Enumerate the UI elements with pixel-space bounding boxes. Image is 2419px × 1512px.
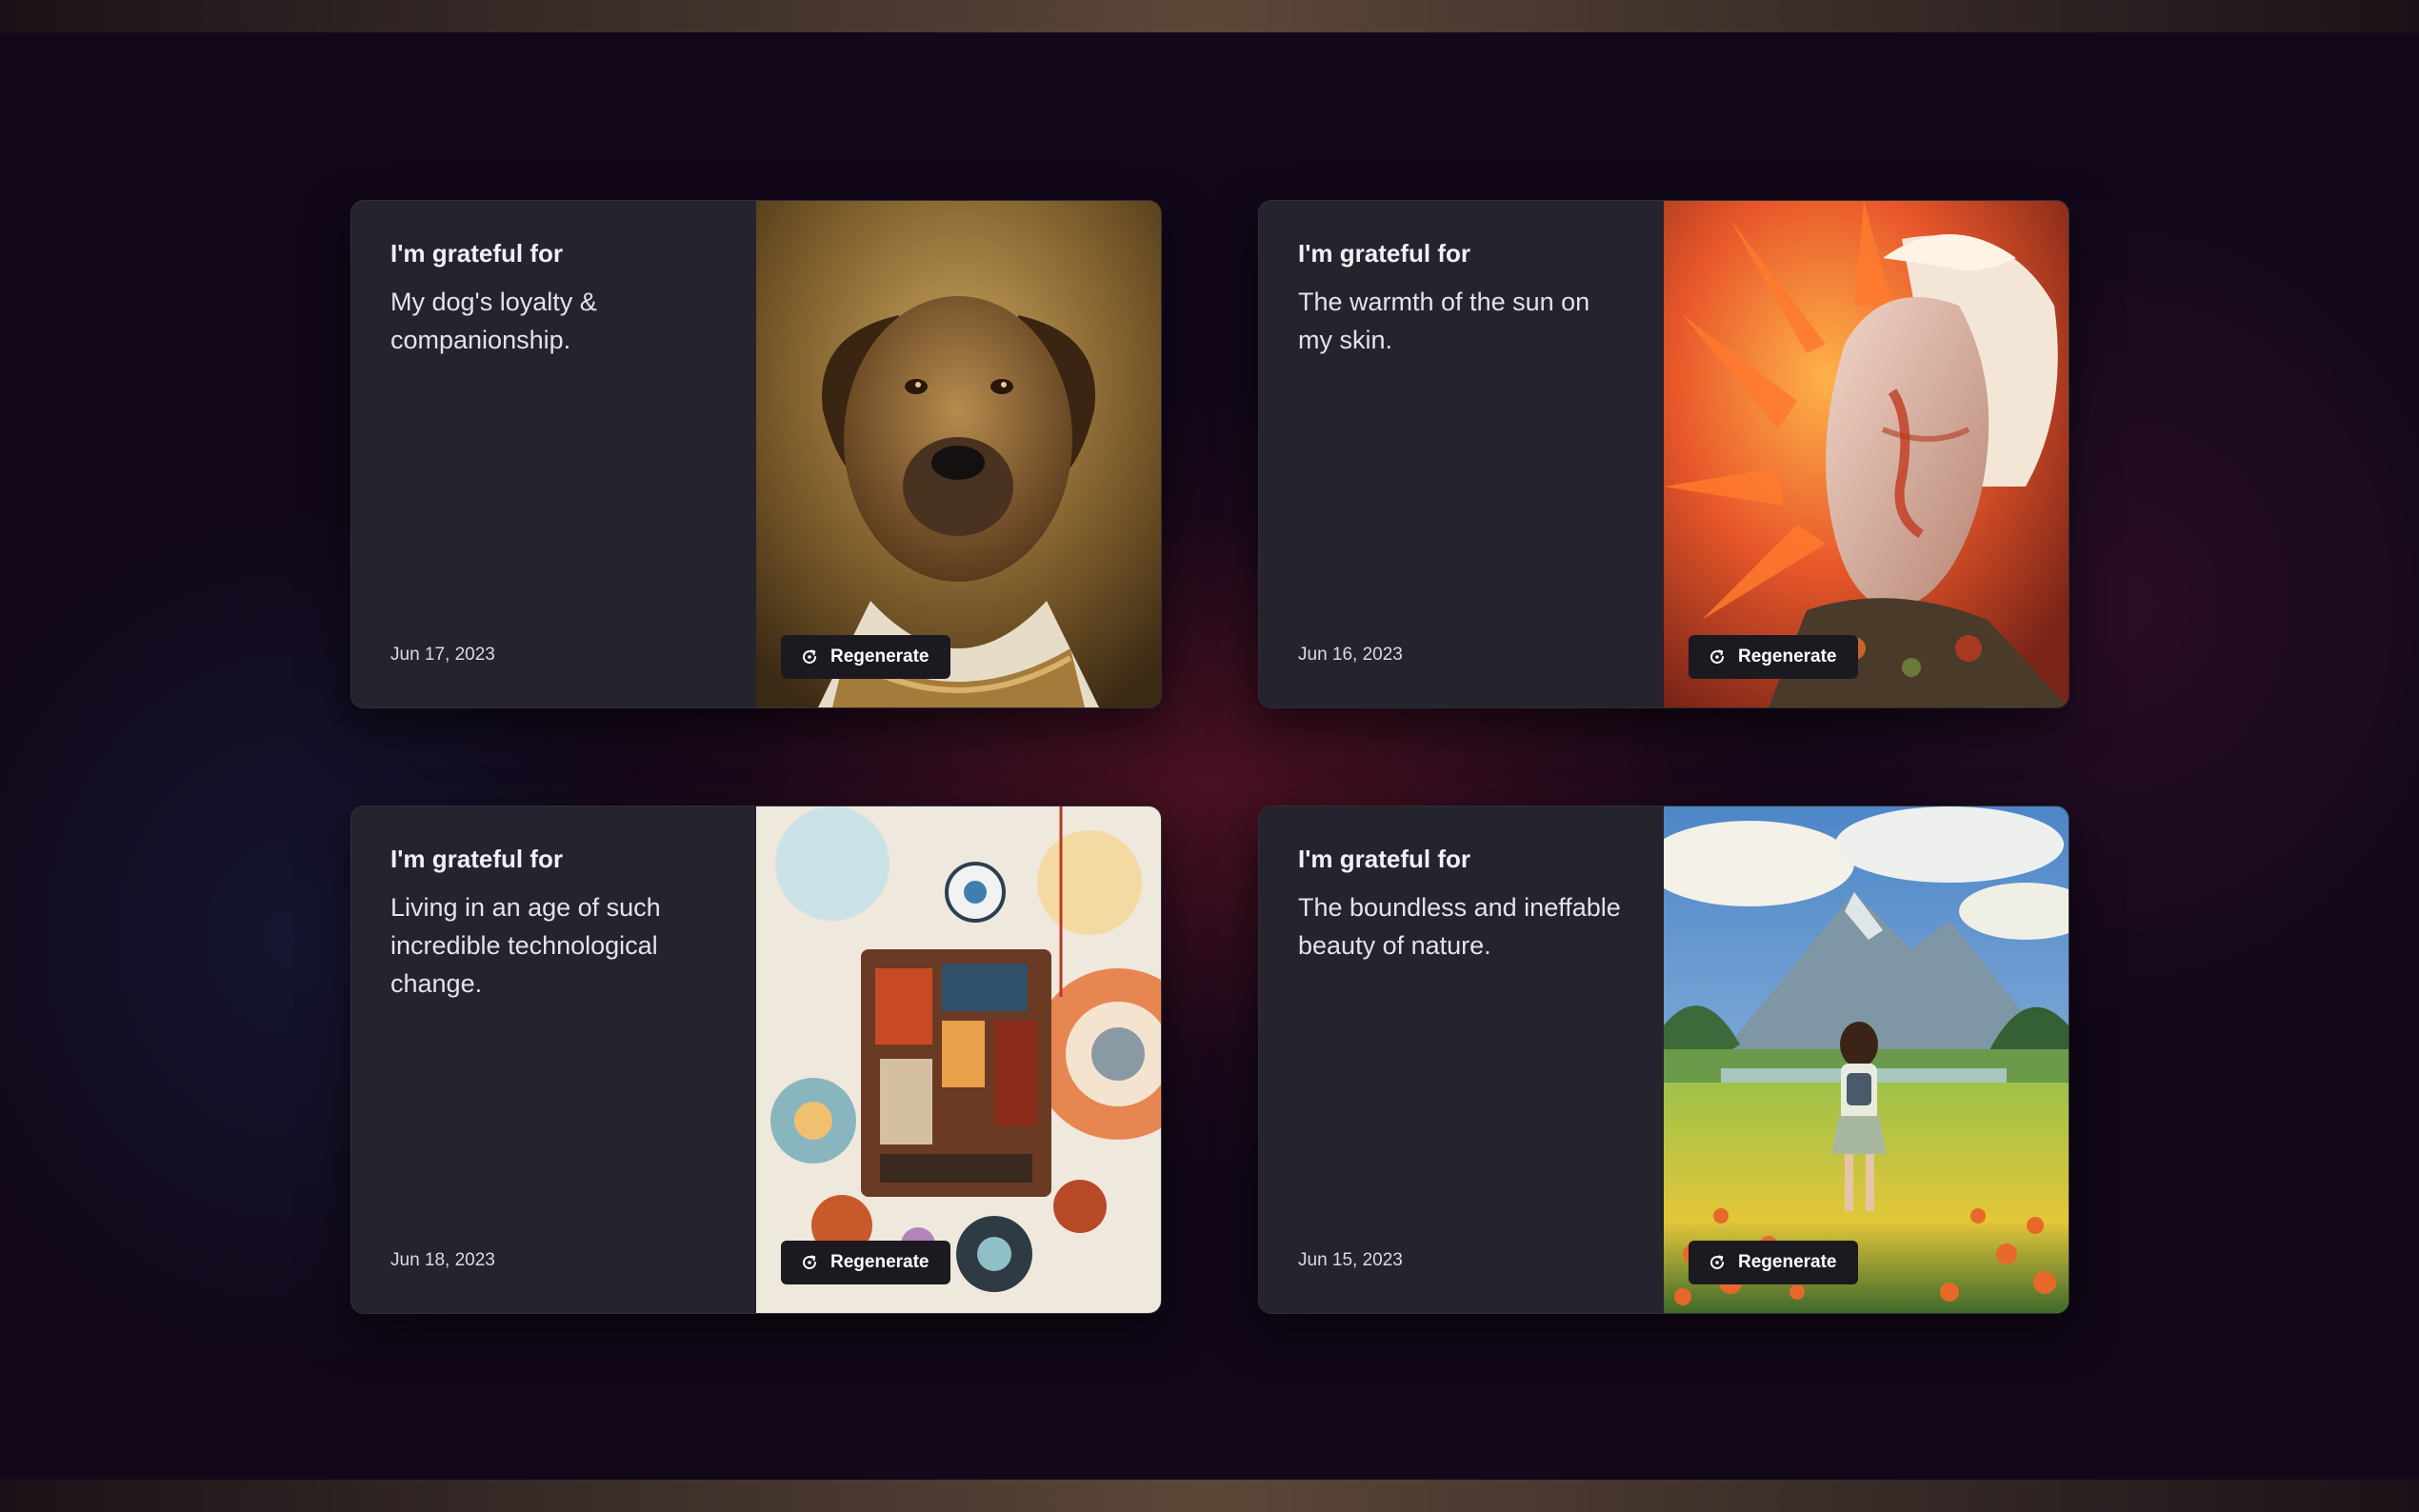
regenerate-button[interactable]: Regenerate xyxy=(1689,1241,1858,1284)
regenerate-icon xyxy=(1708,647,1727,666)
regenerate-button[interactable]: Regenerate xyxy=(781,1241,950,1284)
regenerate-button[interactable]: Regenerate xyxy=(1689,635,1858,679)
card-date: Jun 16, 2023 xyxy=(1298,645,1403,665)
card-heading: I'm grateful for xyxy=(1298,239,1470,268)
top-edge-band xyxy=(0,0,2419,32)
gratitude-card: I'm grateful for The boundless and ineff… xyxy=(1258,806,2069,1314)
card-text-panel: I'm grateful for Living in an age of suc… xyxy=(351,806,755,1313)
regenerate-icon xyxy=(1708,1253,1727,1272)
gratitude-card: I'm grateful for The warmth of the sun o… xyxy=(1258,200,2069,708)
dog-portrait-image: Regenerate xyxy=(756,201,1161,707)
card-date: Jun 18, 2023 xyxy=(390,1250,495,1270)
regenerate-button-label: Regenerate xyxy=(1738,647,1837,666)
card-gratitude-text: The warmth of the sun on my skin. xyxy=(1298,288,1590,354)
regenerate-icon xyxy=(800,647,819,666)
card-text-panel: I'm grateful for The boundless and ineff… xyxy=(1259,806,1663,1313)
regenerate-button-label: Regenerate xyxy=(830,647,930,666)
gratitude-card: I'm grateful for Living in an age of suc… xyxy=(350,806,1162,1314)
regenerate-icon xyxy=(800,1253,819,1272)
card-gratitude-text: The boundless and ineffable beauty of na… xyxy=(1298,893,1621,960)
gratitude-card: I'm grateful for My dog's loyalty & comp… xyxy=(350,200,1162,708)
nature-landscape-girl-image: Regenerate xyxy=(1664,806,2069,1313)
card-heading: I'm grateful for xyxy=(390,239,563,268)
card-date: Jun 15, 2023 xyxy=(1298,1250,1403,1270)
regenerate-button[interactable]: Regenerate xyxy=(781,635,950,679)
bottom-edge-band xyxy=(0,1480,2419,1512)
card-text-panel: I'm grateful for The warmth of the sun o… xyxy=(1259,201,1663,707)
regenerate-button-label: Regenerate xyxy=(830,1252,930,1272)
regenerate-button-label: Regenerate xyxy=(1738,1252,1837,1272)
card-gratitude-text: My dog's loyalty & companionship. xyxy=(390,288,597,354)
abstract-technology-collage-image: Regenerate xyxy=(756,806,1161,1313)
card-heading: I'm grateful for xyxy=(1298,845,1470,873)
sun-face-portrait-image: Regenerate xyxy=(1664,201,2069,707)
card-date: Jun 17, 2023 xyxy=(390,645,495,665)
card-text-panel: I'm grateful for My dog's loyalty & comp… xyxy=(351,201,755,707)
card-heading: I'm grateful for xyxy=(390,845,563,873)
card-gratitude-text: Living in an age of such incredible tech… xyxy=(390,893,661,998)
